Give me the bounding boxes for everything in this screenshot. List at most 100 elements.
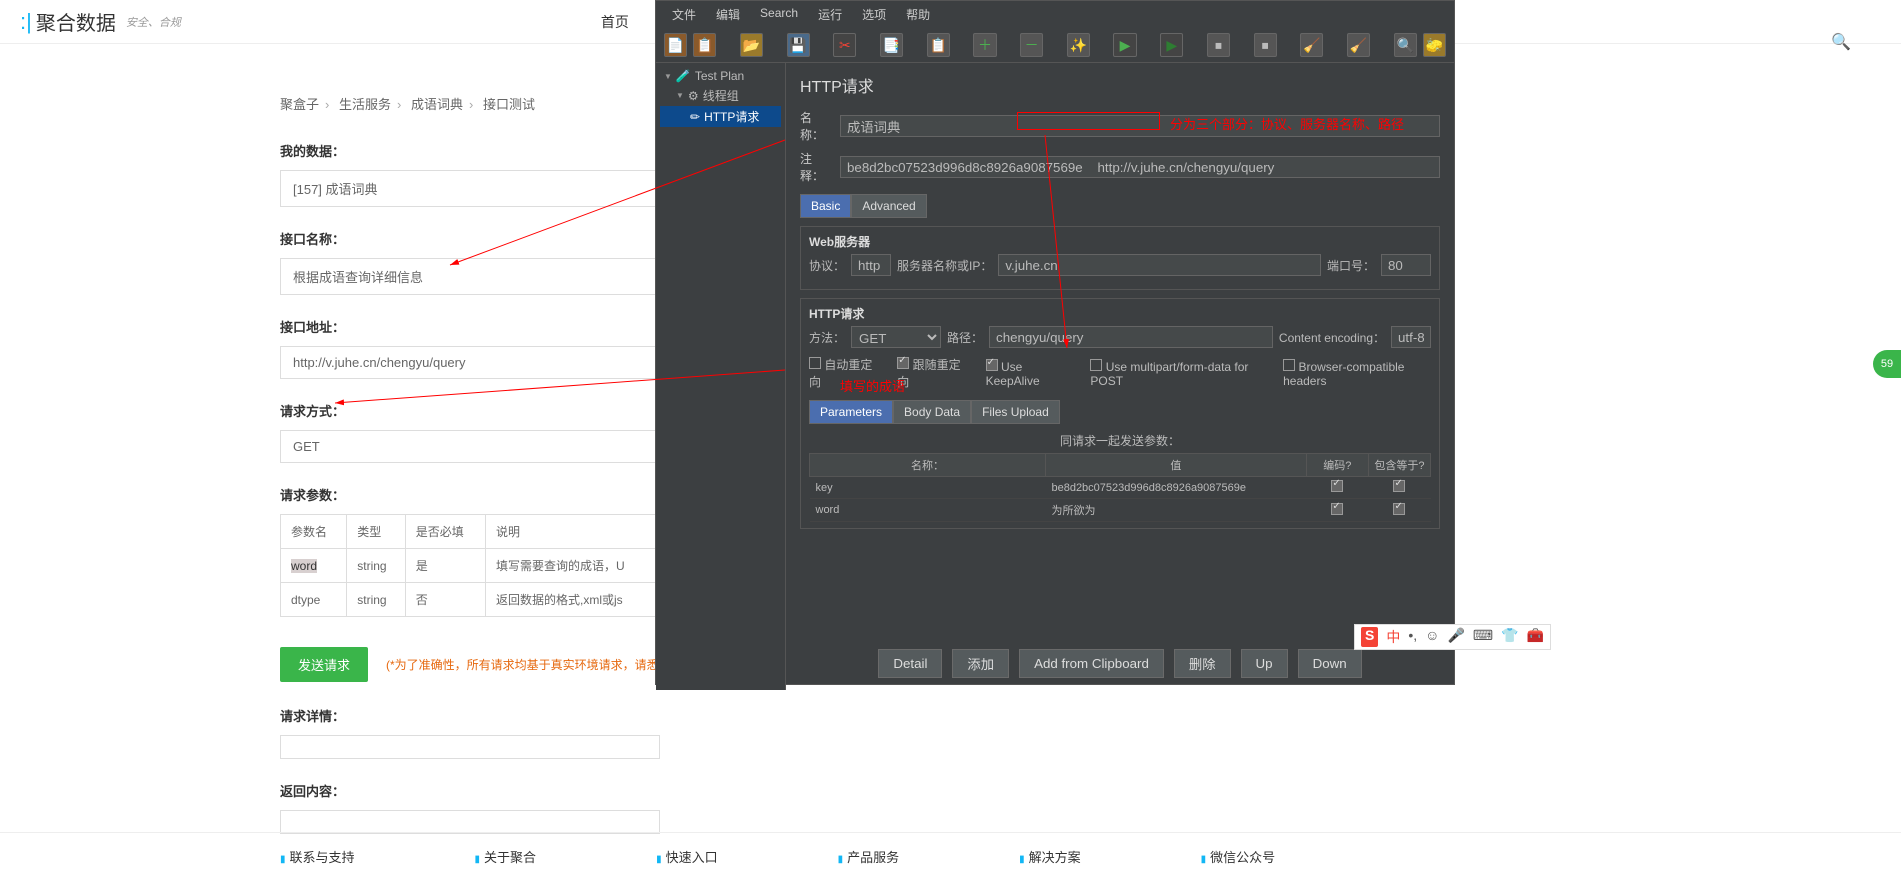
cb-enc[interactable] — [1331, 480, 1343, 492]
grid-col-val: 值 — [1045, 454, 1306, 477]
ime-punct-icon[interactable]: •, — [1408, 627, 1417, 647]
clear-icon[interactable]: 🧹 — [1300, 33, 1323, 57]
cb-browser-compat[interactable] — [1283, 359, 1295, 371]
col-type: 类型 — [347, 515, 406, 549]
templates-icon[interactable]: 📋 — [693, 33, 716, 57]
btn-detail[interactable]: Detail — [878, 649, 942, 678]
foot-about[interactable]: 关于聚合 — [475, 847, 537, 866]
port-input[interactable] — [1381, 254, 1431, 276]
menu-options[interactable]: 选项 — [852, 3, 896, 26]
find-icon[interactable]: 🔍 — [1394, 33, 1417, 57]
crumb-root[interactable]: 聚盒子 — [280, 97, 319, 112]
cb-multipart[interactable] — [1090, 359, 1102, 371]
tree-threadgroup[interactable]: ▼⚙线程组 — [660, 85, 781, 106]
panel-title: HTTP请求 — [800, 73, 1440, 97]
foot-product[interactable]: 产品服务 — [838, 847, 900, 866]
nav-home[interactable]: 首页 — [601, 12, 629, 32]
server-input[interactable] — [998, 254, 1321, 276]
start-icon[interactable]: ▶ — [1113, 33, 1136, 57]
clear-all-icon[interactable]: 🧹 — [1347, 33, 1370, 57]
btn-clipboard[interactable]: Add from Clipboard — [1019, 649, 1164, 678]
param-word-desc: 填写需要查询的成语，U — [486, 549, 660, 583]
cb-auto-redirect[interactable] — [809, 357, 821, 369]
shutdown-icon[interactable]: ⏹ — [1254, 33, 1277, 57]
foot-wechat[interactable]: 微信公众号 — [1201, 847, 1276, 866]
crumb-cat[interactable]: 生活服务 — [339, 97, 391, 112]
ime-mic-icon[interactable]: 🎤 — [1447, 627, 1464, 647]
foot-contact[interactable]: 联系与支持 — [280, 847, 355, 866]
send-button[interactable]: 发送请求 — [280, 647, 368, 682]
jmeter-menubar: 文件 编辑 Search 运行 选项 帮助 — [656, 1, 1454, 28]
param-word: word — [291, 559, 317, 573]
crumb-item[interactable]: 成语词典 — [411, 97, 463, 112]
my-data-value[interactable]: [157] 成语词典 — [280, 170, 660, 207]
method-select[interactable]: GET — [851, 326, 941, 348]
menu-help[interactable]: 帮助 — [896, 3, 940, 26]
tab-advanced[interactable]: Advanced — [851, 194, 926, 218]
httpreq-label: HTTP请求 — [809, 305, 1431, 322]
minus-icon[interactable]: － — [1020, 33, 1043, 57]
ime-emoji-icon[interactable]: ☺ — [1425, 627, 1439, 647]
req-detail-box[interactable] — [280, 735, 660, 759]
jmeter-toolbar: 📄 📋 📂 💾 ✂ 📑 📋 ＋ － ✨ ▶ ▶ ⏹ ⏹ — [656, 28, 1454, 63]
save-icon[interactable]: 💾 — [787, 33, 810, 57]
menu-run[interactable]: 运行 — [808, 3, 852, 26]
menu-search[interactable]: Search — [750, 3, 808, 26]
btn-up[interactable]: Up — [1241, 649, 1288, 678]
ime-keyboard-icon[interactable]: ⌨ — [1473, 627, 1493, 647]
copy-icon[interactable]: 📑 — [880, 33, 903, 57]
tab-parameters[interactable]: Parameters — [809, 400, 893, 424]
ime-lang[interactable]: 中 — [1386, 627, 1400, 647]
grid-row[interactable]: word 为所欲为 — [810, 499, 1431, 522]
wand-icon[interactable]: ✨ — [1067, 33, 1090, 57]
crumb-leaf: 接口测试 — [483, 97, 535, 112]
search-icon[interactable]: 🔍 — [1831, 32, 1851, 52]
cb-eq[interactable] — [1393, 480, 1405, 492]
req-method-value[interactable]: GET — [280, 430, 660, 463]
reset-find-icon[interactable]: 🧽 — [1423, 33, 1446, 57]
cb-follow-redirect[interactable] — [897, 357, 909, 369]
cut-icon[interactable]: ✂ — [833, 33, 856, 57]
foot-solution[interactable]: 解决方案 — [1019, 847, 1081, 866]
tab-files-upload[interactable]: Files Upload — [971, 400, 1060, 424]
grid-cell-val[interactable]: 为所欲为 — [1045, 499, 1306, 522]
cb-eq[interactable] — [1393, 503, 1405, 515]
resp-box[interactable] — [280, 810, 660, 834]
ime-toolbar: S 中 •, ☺ 🎤 ⌨ 👕 🧰 — [1354, 624, 1551, 650]
ime-logo-icon[interactable]: S — [1361, 627, 1378, 647]
grid-cell-name[interactable]: key — [810, 477, 1046, 499]
iface-addr-value[interactable]: http://v.juhe.cn/chengyu/query — [280, 346, 660, 379]
comment-input[interactable] — [840, 156, 1440, 178]
grid-cell-name[interactable]: word — [810, 499, 1046, 522]
side-badge[interactable]: 59 — [1873, 350, 1901, 378]
tree-testplan[interactable]: ▼🧪Test Plan — [660, 67, 781, 85]
enc-input[interactable] — [1391, 326, 1431, 348]
open-icon[interactable]: 📂 — [740, 33, 763, 57]
foot-quick[interactable]: 快速入口 — [656, 847, 718, 866]
btn-add[interactable]: 添加 — [952, 649, 1009, 678]
menu-edit[interactable]: 编辑 — [706, 3, 750, 26]
ime-skin-icon[interactable]: 👕 — [1501, 627, 1518, 647]
menu-file[interactable]: 文件 — [662, 3, 706, 26]
grid-row[interactable]: key be8d2bc07523d996d8c8926a9087569e — [810, 477, 1431, 499]
port-label: 端口号： — [1327, 257, 1375, 274]
tab-basic[interactable]: Basic — [800, 194, 851, 218]
path-input[interactable] — [989, 326, 1273, 348]
stop-icon[interactable]: ⏹ — [1207, 33, 1230, 57]
cb-multi-label: Use multipart/form-data for POST — [1090, 360, 1248, 388]
ime-toolbox-icon[interactable]: 🧰 — [1527, 627, 1544, 647]
btn-down[interactable]: Down — [1298, 649, 1362, 678]
grid-cell-val[interactable]: be8d2bc07523d996d8c8926a9087569e — [1045, 477, 1306, 499]
jmeter-tree: ▼🧪Test Plan ▼⚙线程组 ✏HTTP请求 — [656, 63, 786, 690]
tree-http-req[interactable]: ✏HTTP请求 — [660, 106, 781, 127]
iface-name-value[interactable]: 根据成语查询详细信息 — [280, 258, 660, 295]
paste-icon[interactable]: 📋 — [927, 33, 950, 57]
cb-enc[interactable] — [1331, 503, 1343, 515]
new-icon[interactable]: 📄 — [664, 33, 687, 57]
proto-input[interactable] — [851, 254, 891, 276]
tab-body-data[interactable]: Body Data — [893, 400, 971, 424]
btn-delete[interactable]: 删除 — [1174, 649, 1231, 678]
start-notimers-icon[interactable]: ▶ — [1160, 33, 1183, 57]
cb-keepalive[interactable] — [986, 359, 998, 371]
plus-icon[interactable]: ＋ — [973, 33, 996, 57]
